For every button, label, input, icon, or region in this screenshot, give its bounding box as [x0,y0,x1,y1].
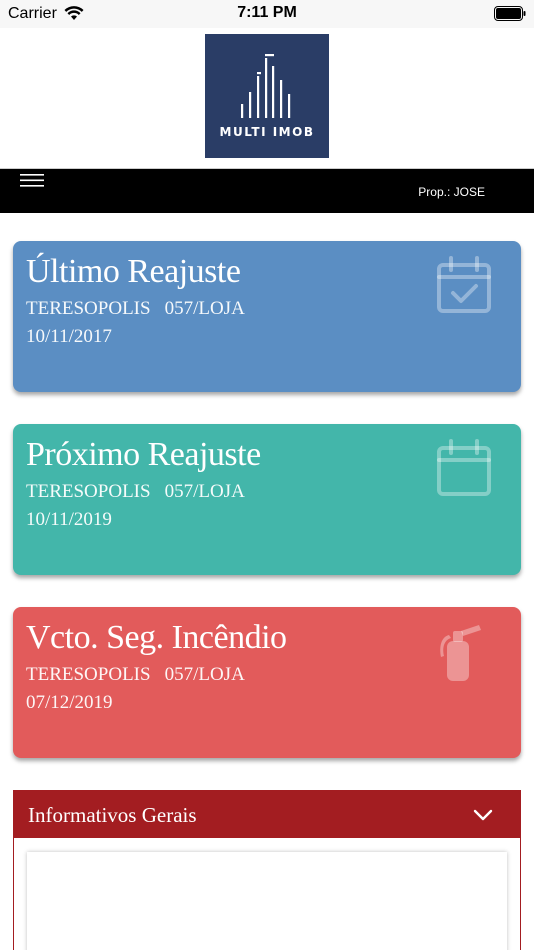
last-adjustment-card[interactable]: Último Reajuste TERESOPOLIS 057/LOJA 10/1… [13,241,521,392]
card-unit: 057/LOJA [164,664,245,685]
card-city: TERESOPOLIS [26,664,151,685]
battery-icon [494,6,526,21]
card-city: TERESOPOLIS [26,298,151,319]
logo-text: MULTI IMOB [219,125,315,139]
chevron-down-icon[interactable] [473,809,493,821]
fire-insurance-expiry-card[interactable]: Vcto. Seg. Incêndio TERESOPOLIS 057/LOJA … [13,607,521,758]
calendar-check-icon [437,256,491,313]
fire-extinguisher-icon [440,625,481,681]
card-date: 07/12/2019 [26,692,113,713]
buildings-logo-icon [241,54,291,118]
calendar-icon [437,439,491,496]
general-info-panel: Informativos Gerais [13,790,521,950]
card-unit: 057/LOJA [164,298,245,319]
card-unit: 057/LOJA [164,481,245,502]
status-bar: Carrier 7:11 PM [0,0,534,28]
card-date: 10/11/2017 [26,326,112,347]
card-title: Próximo Reajuste [26,436,261,473]
owner-label: Prop.: JOSE [418,185,485,199]
general-info-header[interactable]: Informativos Gerais [13,790,521,838]
hamburger-menu-icon[interactable] [20,171,46,189]
general-info-title: Informativos Gerais [28,803,197,827]
logo-header: MULTI IMOB [0,28,534,169]
card-property: TERESOPOLIS 057/LOJA [26,481,259,503]
nav-bar: Prop.: JOSE [0,169,534,213]
card-property: TERESOPOLIS 057/LOJA [26,298,259,320]
card-title: Último Reajuste [26,253,241,290]
next-adjustment-card[interactable]: Próximo Reajuste TERESOPOLIS 057/LOJA 10/… [13,424,521,575]
card-date: 10/11/2019 [26,509,112,530]
card-city: TERESOPOLIS [26,481,151,502]
card-property: TERESOPOLIS 057/LOJA [26,664,259,686]
clock-time: 7:11 PM [237,4,297,21]
card-title: Vcto. Seg. Incêndio [26,619,287,656]
general-info-content [27,852,507,950]
app-logo: MULTI IMOB [205,34,329,158]
